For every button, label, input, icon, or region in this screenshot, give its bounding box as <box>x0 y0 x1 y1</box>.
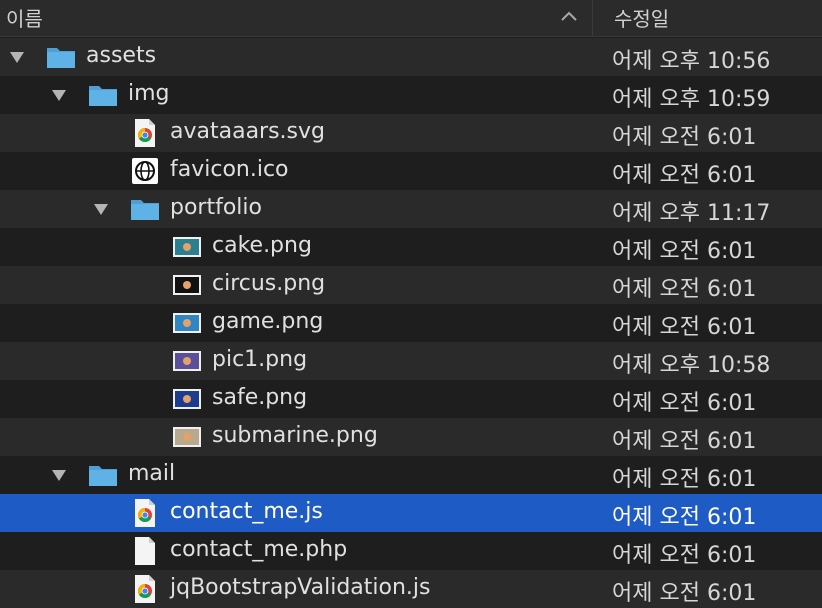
file-row[interactable]: pic1.png 어제 오후 10:58 <box>0 342 822 380</box>
image-thumbnail-icon <box>173 237 201 257</box>
chrome-document-icon <box>135 499 155 527</box>
chrome-document-icon <box>135 575 155 603</box>
name-column-header[interactable]: 이름 <box>6 3 43 32</box>
folder-icon <box>89 86 117 106</box>
disclosure-triangle-icon[interactable] <box>50 87 68 103</box>
column-header: 이름 수정일 <box>0 0 822 37</box>
file-name: jqBootstrapValidation.js <box>170 575 431 600</box>
modified-date: 어제 오후 10:56 <box>612 49 771 74</box>
file-name: contact_me.js <box>170 499 323 524</box>
folder-row[interactable]: mail 어제 오전 6:01 <box>0 456 822 494</box>
modified-date: 어제 오전 6:01 <box>612 505 757 530</box>
globe-icon <box>132 158 158 184</box>
file-row[interactable]: game.png 어제 오전 6:01 <box>0 304 822 342</box>
disclosure-triangle-icon[interactable] <box>50 467 68 483</box>
modified-date: 어제 오전 6:01 <box>612 467 757 492</box>
modified-date: 어제 오전 6:01 <box>612 391 757 416</box>
folder-row[interactable]: portfolio 어제 오후 11:17 <box>0 190 822 228</box>
file-row[interactable]: contact_me.js 어제 오전 6:01 <box>0 494 822 532</box>
file-row[interactable]: safe.png 어제 오전 6:01 <box>0 380 822 418</box>
folder-icon <box>47 48 75 68</box>
modified-date: 어제 오후 10:59 <box>612 87 771 112</box>
modified-date: 어제 오후 10:58 <box>612 353 771 378</box>
folder-row[interactable]: img 어제 오후 10:59 <box>0 76 822 114</box>
image-thumbnail-icon <box>173 427 201 447</box>
folder-icon <box>89 466 117 486</box>
file-name: circus.png <box>212 271 326 296</box>
modified-date: 어제 오전 6:01 <box>612 163 757 188</box>
modified-date: 어제 오전 6:01 <box>612 277 757 302</box>
file-name: favicon.ico <box>170 157 289 182</box>
file-row[interactable]: favicon.ico 어제 오전 6:01 <box>0 152 822 190</box>
disclosure-triangle-icon[interactable] <box>8 49 26 65</box>
file-name: pic1.png <box>212 347 308 372</box>
column-divider[interactable] <box>592 0 593 37</box>
file-name: cake.png <box>212 233 312 258</box>
chrome-document-icon <box>135 119 155 147</box>
modified-date: 어제 오전 6:01 <box>612 429 757 454</box>
date-column-header[interactable]: 수정일 <box>614 3 669 32</box>
file-name: avataaars.svg <box>170 119 325 144</box>
file-name: assets <box>86 43 157 68</box>
folder-row[interactable]: assets 어제 오후 10:56 <box>0 38 822 76</box>
image-thumbnail-icon <box>173 275 201 295</box>
file-row[interactable]: circus.png 어제 오전 6:01 <box>0 266 822 304</box>
modified-date: 어제 오전 6:01 <box>612 581 757 606</box>
file-list: assets 어제 오후 10:56 img 어제 오후 10:59 avataaars… <box>0 38 822 608</box>
file-name: mail <box>128 461 176 486</box>
modified-date: 어제 오전 6:01 <box>612 315 757 340</box>
disclosure-triangle-icon[interactable] <box>92 201 110 217</box>
image-thumbnail-icon <box>173 389 201 409</box>
modified-date: 어제 오전 6:01 <box>612 125 757 150</box>
modified-date: 어제 오후 11:17 <box>612 201 771 226</box>
file-name: portfolio <box>170 195 262 220</box>
file-row[interactable]: jqBootstrapValidation.js 어제 오전 6:01 <box>0 570 822 608</box>
file-name: submarine.png <box>212 423 378 448</box>
file-name: game.png <box>212 309 324 334</box>
file-name: img <box>128 81 170 106</box>
file-row[interactable]: submarine.png 어제 오전 6:01 <box>0 418 822 456</box>
chevron-up-icon[interactable] <box>558 6 580 28</box>
modified-date: 어제 오전 6:01 <box>612 239 757 264</box>
file-name: contact_me.php <box>170 537 348 562</box>
file-row[interactable]: cake.png 어제 오전 6:01 <box>0 228 822 266</box>
modified-date: 어제 오전 6:01 <box>612 543 757 568</box>
document-icon <box>135 537 155 565</box>
folder-icon <box>131 200 159 220</box>
image-thumbnail-icon <box>173 313 201 333</box>
image-thumbnail-icon <box>173 351 201 371</box>
file-row[interactable]: avataaars.svg 어제 오전 6:01 <box>0 114 822 152</box>
file-row[interactable]: contact_me.php 어제 오전 6:01 <box>0 532 822 570</box>
file-name: safe.png <box>212 385 308 410</box>
